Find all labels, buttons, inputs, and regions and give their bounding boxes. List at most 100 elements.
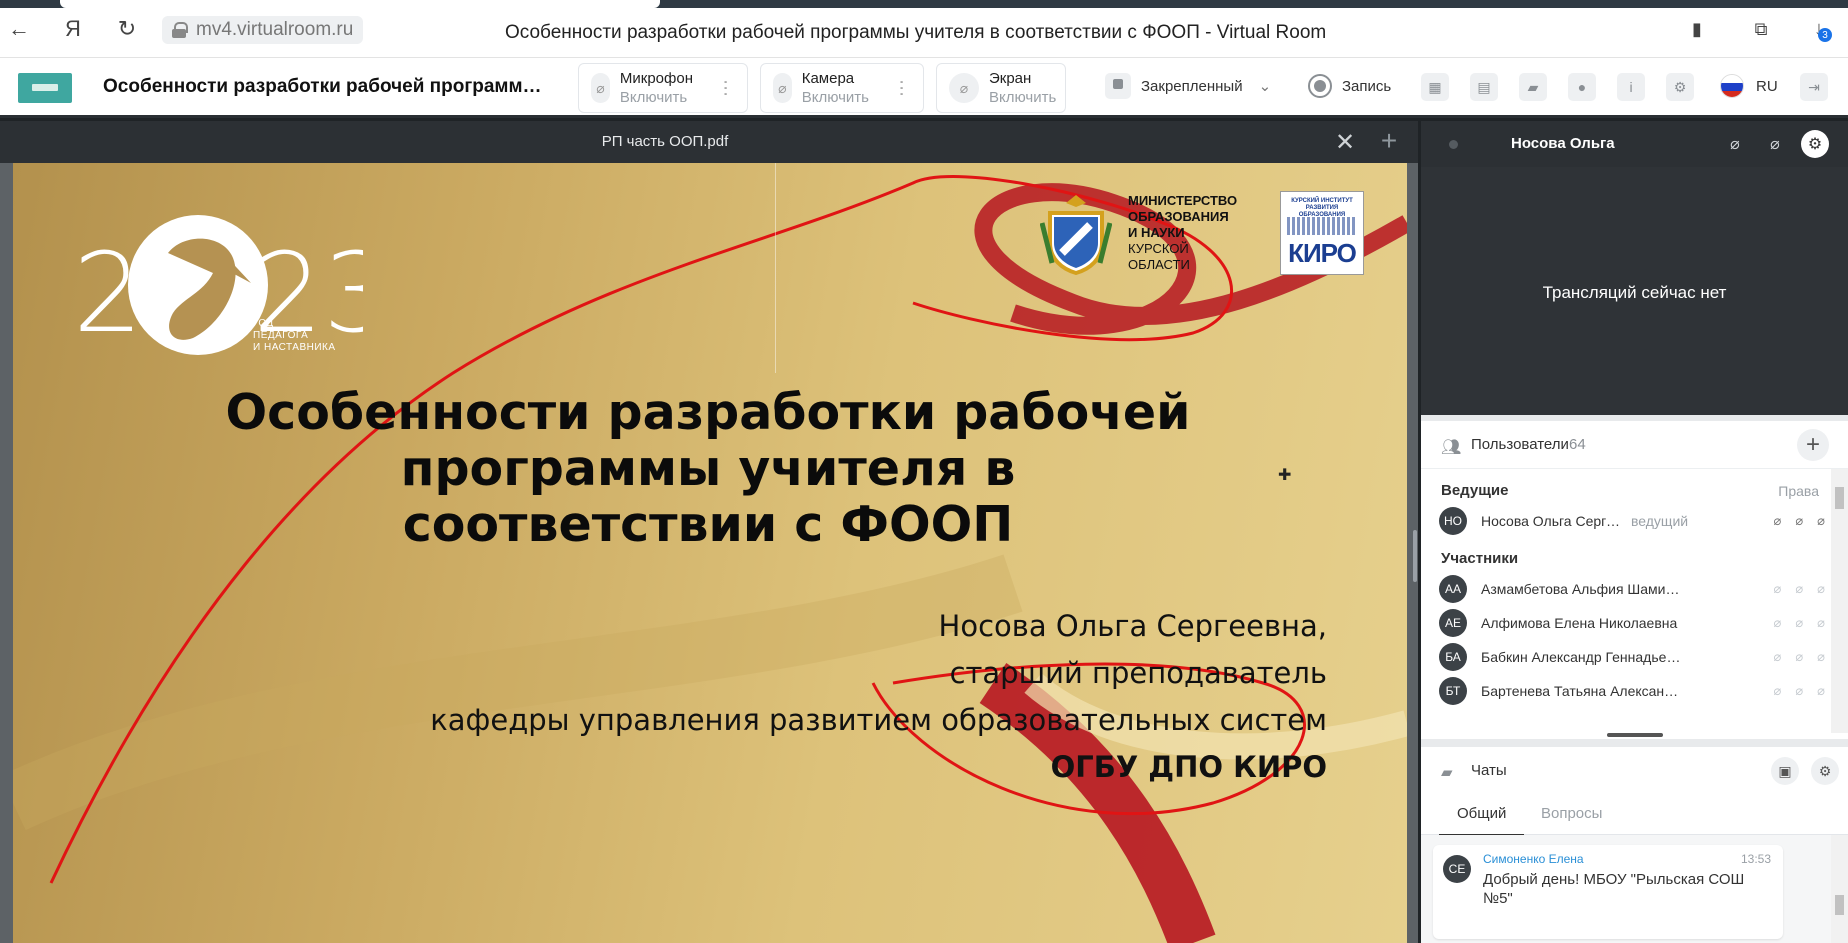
app-logo[interactable] [18, 73, 72, 103]
panel-resize-handle[interactable] [1413, 530, 1417, 582]
app-toolbar: Особенности разработки рабочей программы… [0, 58, 1848, 118]
language-selector[interactable]: RU [1756, 78, 1778, 95]
list-item[interactable]: БТ Бартенева Татьяна Александров... ⌀ ⌀ ⌀ [1439, 674, 1829, 708]
translate-icon[interactable]: ⧉ [1746, 14, 1776, 44]
scrollbar-thumb[interactable] [1835, 895, 1844, 915]
bookmark-icon[interactable]: ▮ [1682, 14, 1712, 44]
mic-off-icon[interactable]: ⌀ [1774, 513, 1782, 529]
grid-icon[interactable]: ▦ [1421, 73, 1449, 101]
ministry-label: МИНИСТЕРСТВО ОБРАЗОВАНИЯ И НАУКИ КУРСКОЙ… [1128, 193, 1237, 273]
mic-off-icon[interactable]: ⌀ [1774, 581, 1782, 597]
screen-off-icon[interactable]: ⌀ [1817, 581, 1825, 597]
list-item[interactable]: АА Азмамбетова Альфия Шамилье... ⌀ ⌀ ⌀ [1439, 572, 1829, 606]
chat-label: Чаты [1471, 762, 1507, 779]
ministry-line: ОБЛАСТИ [1128, 257, 1190, 272]
gear-icon[interactable]: ⚙ [1801, 130, 1829, 158]
camera-options-icon[interactable]: ⋯ [891, 79, 913, 97]
user-media-icons: ⌀ ⌀ ⌀ [1774, 615, 1825, 631]
screen-off-icon[interactable]: ⌀ [1817, 513, 1825, 529]
back-icon[interactable]: ← [4, 14, 34, 44]
settings-icon[interactable]: ⚙ [1666, 73, 1694, 101]
chat-icon: ▰ [1441, 764, 1453, 781]
camera-off-icon[interactable]: ⌀ [1795, 649, 1803, 665]
mic-off-icon[interactable]: ⌀ [1721, 130, 1749, 158]
avatar: СЕ [1443, 855, 1471, 883]
camera-label: Камера [801, 70, 855, 87]
user-settings-icon[interactable]: ● [1568, 73, 1596, 101]
mic-off-icon[interactable]: ⌀ [1774, 615, 1782, 631]
users-label: Пользователи [1471, 436, 1569, 453]
browser-toolbar: ← Я ↻ mv4.virtualroom.ru Особенности раз… [0, 0, 1848, 58]
info-icon[interactable]: i [1617, 73, 1645, 101]
notes-icon[interactable]: ▤ [1470, 73, 1498, 101]
message-author[interactable]: Симоненко Елена [1483, 852, 1584, 866]
address-bar[interactable]: mv4.virtualroom.ru [162, 16, 364, 44]
chat-scrollbar[interactable] [1831, 835, 1848, 943]
user-media-icons: ⌀ ⌀ ⌀ [1774, 513, 1825, 529]
gear-icon[interactable]: ⚙ [1811, 757, 1839, 785]
user-role: ведущий [1631, 513, 1689, 529]
active-browser-tab[interactable] [60, 0, 660, 8]
exit-icon[interactable]: ⇥ [1800, 73, 1828, 101]
mic-options-icon[interactable]: ⋯ [715, 79, 737, 97]
pin-icon [1105, 73, 1131, 99]
mic-off-icon[interactable]: ⌀ [1774, 649, 1782, 665]
camera-button[interactable]: ⌀ Камера Включить ⋯ [760, 63, 924, 113]
right-panel: Носова Ольга ⌀ ⌀ ⚙ Трансляций сейчас нет… [1421, 121, 1848, 943]
record-button[interactable]: Запись [1308, 74, 1391, 98]
layout-dropdown[interactable]: Закрепленный ⌄ [1105, 73, 1271, 99]
user-media-icons: ⌀ ⌀ ⌀ [1774, 581, 1825, 597]
tab-questions[interactable]: Вопросы [1541, 805, 1602, 822]
users-count: 64 [1569, 436, 1586, 453]
add-user-button[interactable]: + [1797, 429, 1829, 461]
screen-label: Экран [989, 70, 1032, 87]
document-viewer[interactable]: 2 23 ГОД ПЕДАГОГА И НАСТАВНИКА МИНИСТЕРС… [0, 163, 1418, 943]
users-header: 👥︎ Пользователи 64 + [1421, 421, 1848, 469]
folder-icon[interactable]: ▰ [1519, 73, 1547, 101]
author-line: кафедры управления развитием образовател… [430, 703, 1327, 737]
no-streams-text: Трансляций сейчас нет [1542, 283, 1727, 302]
list-item[interactable]: НО Носова Ольга Сергее... ведущий ⌀ ⌀ ⌀ [1439, 504, 1829, 538]
users-icon: 👥︎ [1441, 439, 1462, 456]
add-document-icon[interactable]: + [1374, 125, 1404, 156]
camera-off-icon[interactable]: ⌀ [1795, 581, 1803, 597]
users-list[interactable]: Ведущие Права НО Носова Ольга Сергее... … [1421, 469, 1831, 733]
kiro-logo-text: КИРО [1288, 238, 1357, 268]
list-item[interactable]: АЕ Алфимова Елена Николаевна ⌀ ⌀ ⌀ [1439, 606, 1829, 640]
camera-off-icon[interactable]: ⌀ [1795, 683, 1803, 699]
screen-off-icon[interactable]: ⌀ [1817, 615, 1825, 631]
user-name: Азмамбетова Альфия Шамилье... [1481, 581, 1681, 597]
screen-off-icon[interactable]: ⌀ [1817, 683, 1825, 699]
microphone-button[interactable]: ⌀ Микрофон Включить ⋯ [578, 63, 748, 113]
hosts-section-label: Ведущие [1441, 482, 1509, 499]
yandex-icon[interactable]: Я [58, 14, 88, 44]
chat-message: СЕ Симоненко Елена 13:53 Добрый день! МБ… [1433, 845, 1783, 939]
layout-label: Закрепленный [1141, 77, 1243, 95]
ministry-line: КУРСКОЙ [1128, 241, 1189, 256]
downloads-icon[interactable]: ↓ 3 [1804, 14, 1834, 44]
section-resize-handle[interactable] [1607, 733, 1663, 737]
reload-icon[interactable]: ↻ [112, 14, 142, 44]
chat-messages[interactable]: СЕ Симоненко Елена 13:53 Добрый день! МБ… [1421, 835, 1848, 943]
screen-off-icon[interactable]: ⌀ [1817, 649, 1825, 665]
video-area: Трансляций сейчас нет [1421, 167, 1848, 415]
year-caption-line: ГОД [253, 318, 274, 329]
scrollbar-thumb[interactable] [1835, 487, 1844, 509]
avatar: БА [1439, 643, 1467, 671]
camera-off-icon[interactable]: ⌀ [1795, 615, 1803, 631]
russian-flag-icon[interactable] [1720, 74, 1744, 98]
author-line: старший преподаватель [949, 656, 1327, 690]
camera-off-icon[interactable]: ⌀ [1795, 513, 1803, 529]
mic-off-icon[interactable]: ⌀ [1774, 683, 1782, 699]
chat-window-icon[interactable]: ▣ [1771, 757, 1799, 785]
headline-line: соответствии с ФООП [402, 496, 1014, 553]
users-scrollbar[interactable] [1831, 469, 1848, 733]
tab-general[interactable]: Общий [1438, 805, 1525, 836]
user-media-icons: ⌀ ⌀ ⌀ [1774, 683, 1825, 699]
screen-share-button[interactable]: ⌀ Экран Включить [936, 63, 1066, 113]
kiro-logo-caption: КУРСКИЙ ИНСТИТУТ РАЗВИТИЯ ОБРАЗОВАНИЯ [1291, 198, 1353, 218]
list-item[interactable]: БА Бабкин Александр Геннадьевич ⌀ ⌀ ⌀ [1439, 640, 1829, 674]
close-icon[interactable]: ✕ [1330, 127, 1360, 157]
document-filename: РП часть ООП.pdf [601, 133, 729, 150]
camera-off-icon[interactable]: ⌀ [1761, 130, 1789, 158]
